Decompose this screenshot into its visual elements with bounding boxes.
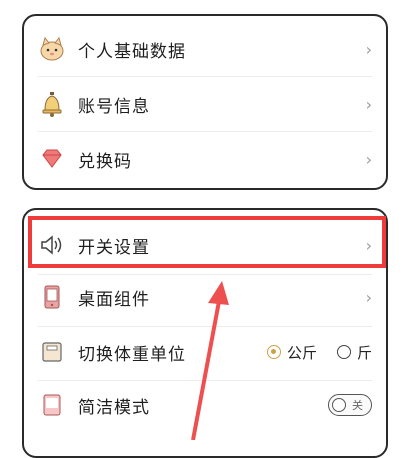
red-arrow-annotation [191,281,229,440]
